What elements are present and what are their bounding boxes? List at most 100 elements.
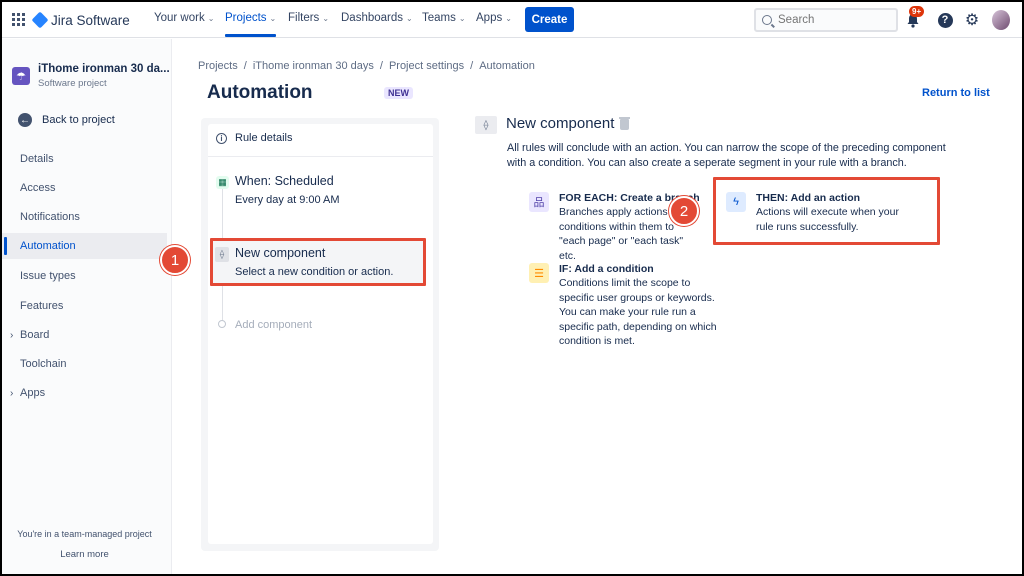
sidebar-item-label: Features xyxy=(20,300,64,312)
step-one-badge: 1 xyxy=(160,245,190,275)
nav-dashboards-label: Dashboards xyxy=(341,12,404,24)
project-sidebar: iThome ironman 30 da... Software project… xyxy=(2,39,172,574)
sidebar-item-issue-types[interactable]: Issue types xyxy=(2,263,167,289)
sidebar-item-automation[interactable]: Automation xyxy=(2,233,167,259)
divider xyxy=(208,156,433,157)
sidebar-item-label: Board xyxy=(20,329,50,341)
project-name: iThome ironman 30 da... xyxy=(38,63,170,75)
rule-details-label: Rule details xyxy=(235,132,293,144)
breadcrumb-separator: / xyxy=(379,60,383,72)
search-input[interactable] xyxy=(778,14,888,26)
notification-count-badge: 9+ xyxy=(909,6,925,17)
if-title: IF: Add a condition xyxy=(559,263,654,275)
nav-your-work[interactable]: Your work ⌄ xyxy=(154,12,214,24)
nav-filters-label: Filters xyxy=(288,12,320,24)
chevron-down-icon: ⌄ xyxy=(207,13,215,23)
settings-button[interactable]: ⚙ xyxy=(963,11,981,29)
component-title: New component xyxy=(235,246,326,260)
project-type: Software project xyxy=(38,78,107,89)
search-icon xyxy=(762,15,772,25)
sidebar-item-notifications[interactable]: Notifications xyxy=(2,204,167,230)
team-managed-note: You're in a team-managed project xyxy=(17,529,152,539)
jira-logo[interactable]: Jira Software xyxy=(31,11,130,29)
nav-apps-label: Apps xyxy=(476,12,503,24)
chevron-down-icon: ⌄ xyxy=(406,13,413,23)
sidebar-item-access[interactable]: Access xyxy=(2,175,167,201)
profile-button[interactable] xyxy=(992,10,1010,30)
nav-dashboards[interactable]: Dashboards ⌄ xyxy=(341,12,413,24)
add-component-dot xyxy=(218,320,226,328)
page-title: Automation xyxy=(207,82,313,103)
trigger-schedule: Every day at 9:00 AM xyxy=(235,194,340,206)
component-subtitle: Select a new condition or action. xyxy=(235,266,394,278)
back-to-project-label: Back to project xyxy=(42,114,115,126)
add-component-link[interactable]: Add component xyxy=(235,319,312,331)
nav-projects[interactable]: Projects ⌄ xyxy=(225,12,277,37)
nav-teams[interactable]: Teams ⌄ xyxy=(422,12,466,24)
sidebar-item-label: Toolchain xyxy=(20,358,67,370)
gear-icon: ⚙ xyxy=(964,12,980,29)
info-icon: i xyxy=(216,132,227,144)
project-header[interactable]: iThome ironman 30 da... Software project xyxy=(12,63,170,89)
then-title: THEN: Add an action xyxy=(756,192,861,204)
breadcrumb-separator: / xyxy=(470,60,474,72)
app-switcher-icon[interactable] xyxy=(12,13,25,26)
component-placeholder-icon: ⟠ xyxy=(215,247,229,262)
product-name: Jira Software xyxy=(51,12,130,28)
create-button[interactable]: Create xyxy=(525,7,574,32)
sidebar-item-label: Issue types xyxy=(20,270,76,282)
chevron-right-icon: › xyxy=(10,329,14,341)
component-placeholder-icon: ⟠ xyxy=(475,116,497,134)
filter-icon: ☰ xyxy=(529,263,549,283)
return-to-list-link[interactable]: Return to list xyxy=(922,87,990,99)
sidebar-item-label: Notifications xyxy=(20,211,80,223)
arrow-left-icon: ← xyxy=(18,113,32,127)
chevron-down-icon: ⌄ xyxy=(269,13,277,23)
sidebar-item-toolchain[interactable]: Toolchain xyxy=(2,351,167,377)
sidebar-item-label: Apps xyxy=(20,387,46,399)
component-panel-description: All rules will conclude with an action. … xyxy=(507,142,946,169)
avatar xyxy=(992,10,1010,30)
trash-icon[interactable] xyxy=(619,117,630,130)
breadcrumb: Projects / iThome ironman 30 days / Proj… xyxy=(198,60,535,72)
help-button[interactable]: ? xyxy=(936,11,954,29)
rule-details-button[interactable]: i Rule details xyxy=(216,132,292,144)
breadcrumb-projects[interactable]: Projects xyxy=(198,60,238,72)
lightning-icon: ϟ xyxy=(726,192,746,212)
back-to-project-link[interactable]: ← Back to project xyxy=(18,113,115,127)
breadcrumb-separator: / xyxy=(243,60,247,72)
branch-icon: 品 xyxy=(529,192,549,212)
if-condition-option[interactable]: ☰ IF: Add a condition Conditions limit t… xyxy=(529,263,719,349)
then-action-option[interactable]: ϟ THEN: Add an action Actions will execu… xyxy=(726,192,926,234)
then-description: Actions will execute when your rule runs… xyxy=(756,206,899,233)
sidebar-item-apps[interactable]: › Apps xyxy=(2,380,167,406)
breadcrumb-project[interactable]: iThome ironman 30 days xyxy=(253,60,374,72)
nav-teams-label: Teams xyxy=(422,12,456,24)
nav-projects-label: Projects xyxy=(225,12,267,24)
search-box[interactable] xyxy=(754,8,898,32)
chevron-down-icon: ⌄ xyxy=(458,13,466,23)
sidebar-item-label: Access xyxy=(20,182,56,194)
nav-filters[interactable]: Filters ⌄ xyxy=(288,12,329,24)
jira-diamond-icon xyxy=(31,11,49,29)
top-navigation: Jira Software Your work ⌄ Projects ⌄ Filte… xyxy=(2,2,1022,38)
chevron-down-icon: ⌄ xyxy=(322,13,330,23)
nav-apps[interactable]: Apps ⌄ xyxy=(476,12,512,24)
chevron-down-icon: ⌄ xyxy=(505,13,512,23)
learn-more-link[interactable]: Learn more xyxy=(2,549,167,560)
if-description: Conditions limit the scope to specific u… xyxy=(559,277,717,347)
chevron-right-icon: › xyxy=(10,387,14,399)
project-avatar-icon xyxy=(12,67,30,85)
help-icon: ? xyxy=(937,12,953,28)
component-panel-title: New component xyxy=(506,115,615,132)
breadcrumb-project-settings[interactable]: Project settings xyxy=(389,60,464,72)
sidebar-item-features[interactable]: Features xyxy=(2,293,167,319)
app-frame: Jira Software Your work ⌄ Projects ⌄ Filte… xyxy=(2,2,1022,574)
sidebar-item-label: Details xyxy=(20,153,54,165)
sidebar-item-details[interactable]: Details xyxy=(2,146,167,172)
step-two-badge: 2 xyxy=(669,196,699,226)
breadcrumb-automation[interactable]: Automation xyxy=(479,60,535,72)
trigger-title[interactable]: When: Scheduled xyxy=(235,174,334,188)
sidebar-item-board[interactable]: › Board xyxy=(2,322,167,348)
sidebar-item-label: Automation xyxy=(20,240,76,252)
